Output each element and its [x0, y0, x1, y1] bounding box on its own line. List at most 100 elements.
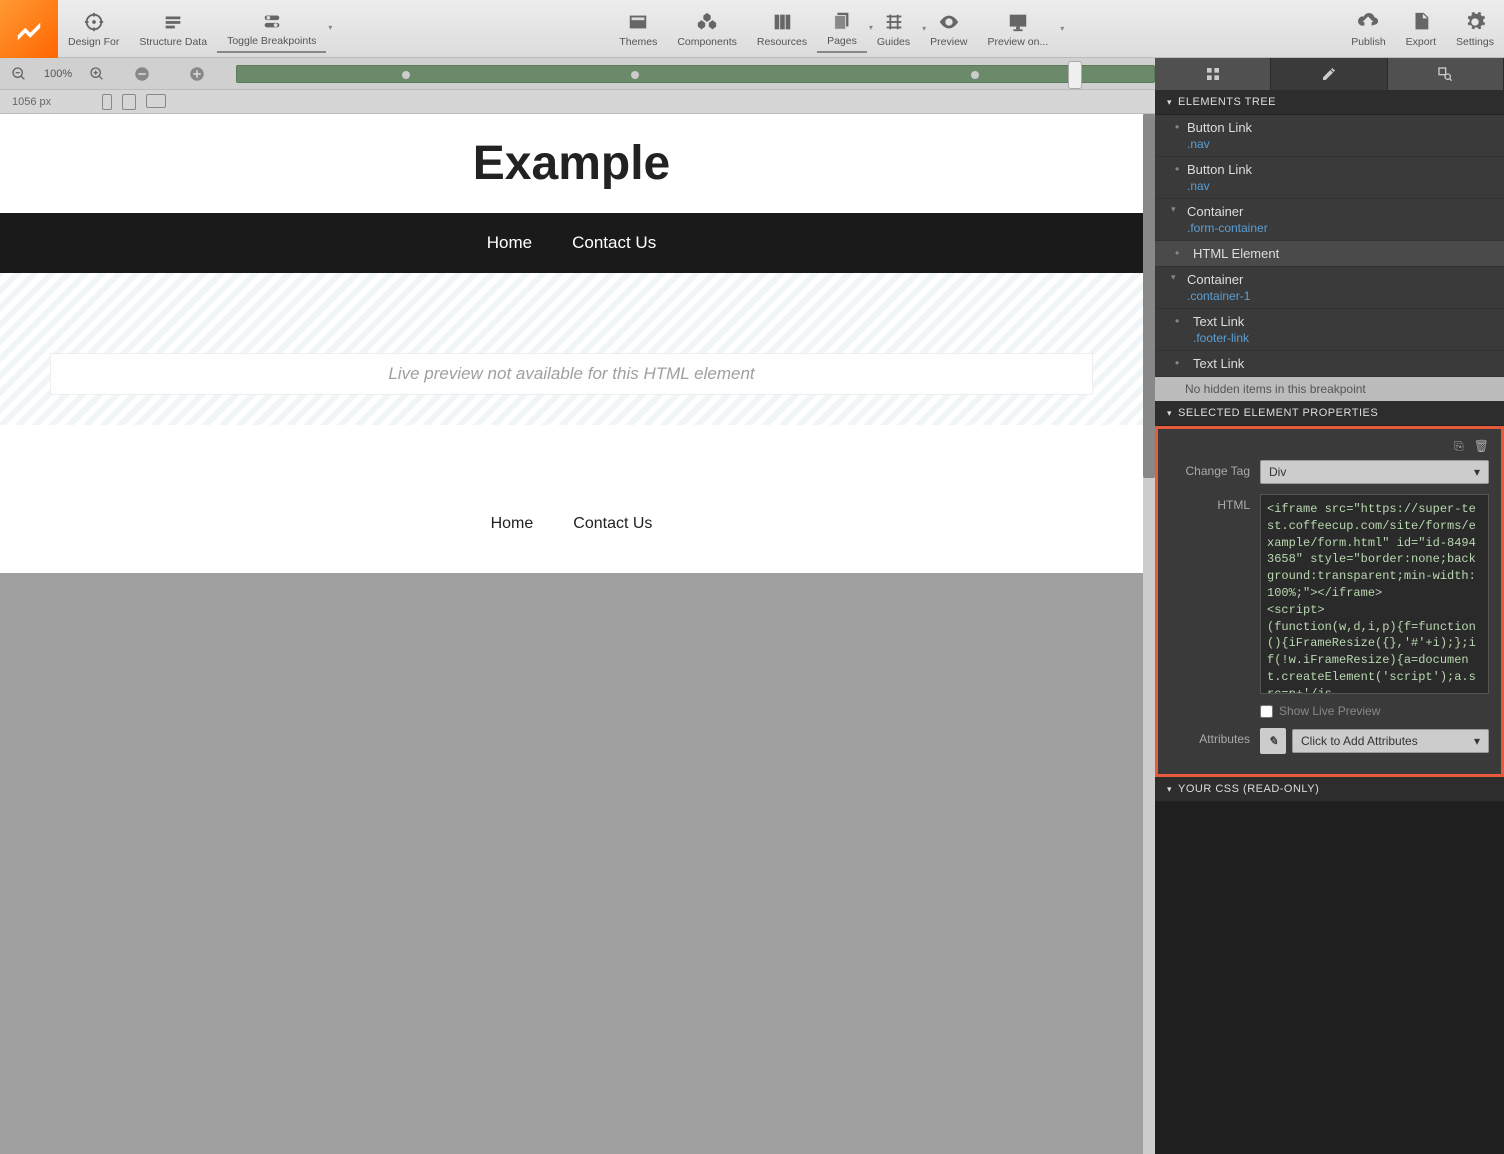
- guides-icon: [882, 10, 906, 34]
- toolbar-label: Settings: [1456, 36, 1494, 48]
- breakpoint-marker[interactable]: [402, 71, 410, 79]
- toolbar-label: Design For: [68, 36, 119, 48]
- toolbar-label: Themes: [619, 36, 657, 48]
- toolbar-label: Pages: [827, 35, 857, 47]
- footer-link-home[interactable]: Home: [491, 515, 534, 533]
- tree-item-container[interactable]: Container .form-container: [1155, 199, 1504, 241]
- breakpoint-handle[interactable]: [1068, 61, 1082, 89]
- tree-label: Container: [1187, 204, 1243, 219]
- change-tag-label: Change Tag: [1170, 460, 1250, 478]
- design-for-button[interactable]: Design For: [58, 6, 129, 52]
- breakpoint-bar[interactable]: [236, 65, 1155, 83]
- toolbar-label: Resources: [757, 36, 807, 48]
- add-breakpoint-button[interactable]: [186, 63, 208, 85]
- delete-icon[interactable]: 🗑: [1474, 439, 1489, 454]
- panel-tab-inspect[interactable]: [1388, 58, 1504, 90]
- themes-button[interactable]: Themes: [609, 6, 667, 52]
- tablet-icon[interactable]: [122, 94, 136, 110]
- publish-button[interactable]: Publish: [1341, 6, 1395, 52]
- toolbar-left-group: Design For Structure Data Toggle Breakpo…: [0, 0, 326, 58]
- toggle-breakpoints-button[interactable]: Toggle Breakpoints ▾: [217, 5, 326, 53]
- tree-item-button-link[interactable]: Button Link .nav: [1155, 115, 1504, 157]
- toolbar-label: Preview on...: [988, 36, 1049, 48]
- pages-icon: [830, 9, 854, 33]
- html-label: HTML: [1170, 494, 1250, 512]
- preview-footer: Home Contact Us: [0, 425, 1143, 573]
- center-area: 100% 1056 px: [0, 58, 1155, 1154]
- tree-class: .nav: [1187, 179, 1492, 193]
- preview-page: Example Home Contact Us Live preview not…: [0, 114, 1143, 573]
- guides-button[interactable]: Guides ▾: [867, 6, 920, 52]
- desktop-icon[interactable]: [146, 94, 166, 108]
- tree-item-container[interactable]: Container .container-1: [1155, 267, 1504, 309]
- target-icon: [82, 10, 106, 34]
- remove-breakpoint-button[interactable]: [131, 63, 153, 85]
- app-logo-icon[interactable]: [0, 0, 58, 58]
- change-tag-select[interactable]: Div: [1260, 460, 1489, 484]
- themes-icon: [626, 10, 650, 34]
- tree-class: .footer-link: [1193, 331, 1492, 345]
- change-tag-row: Change Tag Div: [1170, 460, 1489, 484]
- footer-link-contact[interactable]: Contact Us: [573, 515, 652, 533]
- show-preview-checkbox[interactable]: [1260, 705, 1273, 718]
- tree-label: Button Link: [1187, 120, 1252, 135]
- preview-button[interactable]: Preview: [920, 6, 977, 52]
- structure-data-button[interactable]: Structure Data: [129, 6, 217, 52]
- breakpoint-marker[interactable]: [971, 71, 979, 79]
- panel-tab-grid[interactable]: [1155, 58, 1271, 90]
- html-row: HTML <iframe src="https://super-test.cof…: [1170, 494, 1489, 694]
- preview-on-button[interactable]: Preview on... ▾: [978, 6, 1059, 52]
- show-preview-row[interactable]: Show Live Preview: [1260, 704, 1489, 718]
- export-button[interactable]: Export: [1396, 6, 1446, 52]
- toolbar-label: Toggle Breakpoints: [227, 35, 316, 47]
- html-textarea[interactable]: <iframe src="https://super-test.coffeecu…: [1260, 494, 1489, 694]
- html-element-area[interactable]: Live preview not available for this HTML…: [0, 273, 1143, 425]
- settings-button[interactable]: Settings: [1446, 6, 1504, 52]
- tree-class: .form-container: [1187, 221, 1492, 235]
- zoom-bar: 100%: [0, 58, 1155, 90]
- panel-tab-edit[interactable]: [1271, 58, 1387, 90]
- breakpoint-marker[interactable]: [631, 71, 639, 79]
- css-editor[interactable]: [1155, 802, 1504, 1154]
- tree-label: Text Link: [1193, 314, 1244, 329]
- toolbar-label: Structure Data: [139, 36, 207, 48]
- right-panel: ELEMENTS TREE Button Link .nav Button Li…: [1155, 58, 1504, 1154]
- tree-class: .container-1: [1187, 289, 1492, 303]
- scrollbar-thumb[interactable]: [1143, 114, 1155, 478]
- attributes-row: Attributes ✎ Click to Add Attributes: [1170, 728, 1489, 754]
- zoom-out-button[interactable]: [8, 63, 30, 85]
- tree-item-button-link[interactable]: Button Link .nav: [1155, 157, 1504, 199]
- properties-header[interactable]: SELECTED ELEMENT PROPERTIES: [1155, 401, 1504, 426]
- tree-item-text-link[interactable]: Text Link: [1155, 351, 1504, 377]
- monitor-icon: [1006, 10, 1030, 34]
- export-icon: [1409, 10, 1433, 34]
- attributes-label: Attributes: [1170, 728, 1250, 746]
- tree-item-text-link[interactable]: Text Link .footer-link: [1155, 309, 1504, 351]
- zoom-in-button[interactable]: [86, 63, 108, 85]
- duplicate-icon[interactable]: ⎘: [1454, 439, 1464, 454]
- panel-tabs: [1155, 58, 1504, 90]
- toolbar-center-group: Themes Components Resources Pages ▾ Guid…: [609, 5, 1058, 53]
- tree-item-html-element[interactable]: HTML Element: [1155, 241, 1504, 267]
- scrollbar[interactable]: [1143, 114, 1155, 1154]
- css-header[interactable]: YOUR CSS (READ-ONLY): [1155, 777, 1504, 802]
- preview-header: Example: [0, 114, 1143, 213]
- tree-label: Container: [1187, 272, 1243, 287]
- preview-icon: [937, 10, 961, 34]
- edit-attributes-icon[interactable]: ✎: [1260, 728, 1286, 754]
- hidden-items-bar[interactable]: No hidden items in this breakpoint: [1155, 377, 1504, 401]
- properties-panel: ⎘ 🗑 Change Tag Div HTML <iframe src="htt…: [1155, 426, 1504, 777]
- attributes-select[interactable]: Click to Add Attributes: [1292, 729, 1489, 753]
- zoom-controls: 100%: [0, 63, 216, 85]
- toolbar-label: Components: [677, 36, 737, 48]
- toolbar-right-group: Publish Export Settings: [1341, 6, 1504, 52]
- canvas-scroll[interactable]: Example Home Contact Us Live preview not…: [0, 114, 1155, 1154]
- resources-icon: [770, 10, 794, 34]
- pages-button[interactable]: Pages ▾: [817, 5, 867, 53]
- nav-link-contact[interactable]: Contact Us: [572, 233, 656, 253]
- elements-tree-header[interactable]: ELEMENTS TREE: [1155, 90, 1504, 115]
- nav-link-home[interactable]: Home: [487, 233, 532, 253]
- resources-button[interactable]: Resources: [747, 6, 817, 52]
- components-button[interactable]: Components: [667, 6, 747, 52]
- phone-icon[interactable]: [102, 94, 112, 110]
